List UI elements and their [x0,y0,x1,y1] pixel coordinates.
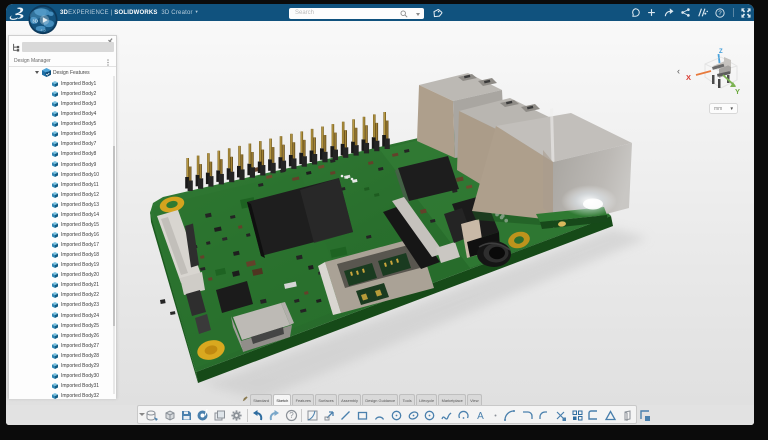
svg-text:3D: 3D [32,18,38,23]
svg-text:Y: Y [735,87,740,96]
svg-text:4.0: 4.0 [41,29,46,33]
svg-text:?: ? [718,10,722,17]
svg-text:A: A [477,411,484,422]
svg-text:Z: Z [719,49,723,55]
svg-text:X: X [686,73,691,82]
svg-text:?: ? [289,411,294,420]
